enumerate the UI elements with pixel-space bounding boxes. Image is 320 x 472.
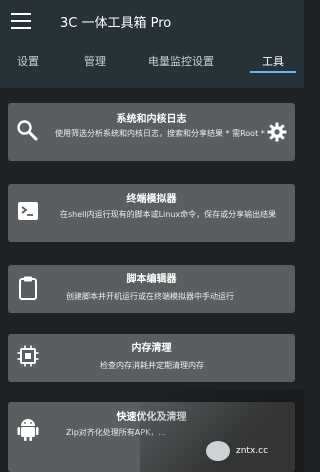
card-terminal-emulator[interactable]: 终端模拟器 在shell内运行现有的脚本或Linux命令，保存或分享输出结果 — [8, 184, 295, 242]
card-title: 终端模拟器 — [126, 194, 177, 205]
tab-manage[interactable]: 管理 — [84, 45, 106, 88]
card-title: 内存清理 — [131, 343, 172, 354]
watermark-logo — [206, 441, 230, 461]
card-script-editor[interactable]: 脚本编辑器 创建脚本并开机运行或在终端模拟器中手动运行 — [8, 265, 295, 313]
tab-indicator — [250, 71, 296, 73]
card-title: 脚本编辑器 — [126, 274, 177, 285]
watermark-text: zntx.cc — [236, 446, 269, 456]
menu-icon[interactable] — [11, 13, 31, 31]
card-description: 检查内存消耗并定期清理内存 — [100, 361, 204, 370]
card-title: 系统和内核日志 — [116, 114, 187, 125]
tab-battery-monitor-settings[interactable]: 电量监控设置 — [148, 45, 214, 88]
gear-icon[interactable] — [267, 122, 287, 146]
tab-settings[interactable]: 设置 — [17, 45, 39, 88]
app-title: 3C 一体工具箱 Pro — [60, 16, 172, 31]
card-description: 创建脚本并开机运行或在终端模拟器中手动运行 — [66, 292, 234, 301]
card-memory-cleanup[interactable]: 内存清理 检查内存消耗并定期清理内存 — [8, 334, 295, 382]
title-bar: 3C 一体工具箱 Pro — [0, 0, 304, 45]
card-description: 使用筛选分析系统和内核日志，搜索和分享结果 * 需Root * — [55, 129, 265, 138]
card-description: 在shell内运行现有的脚本或Linux命令，保存或分享输出结果 — [60, 210, 277, 219]
card-system-kernel-log[interactable]: 系统和内核日志 使用筛选分析系统和内核日志，搜索和分享结果 * 需Root * — [8, 103, 295, 161]
tab-tools[interactable]: 工具 — [262, 45, 284, 88]
tab-bar: 设置 管理 电量监控设置 工具 — [0, 45, 304, 88]
